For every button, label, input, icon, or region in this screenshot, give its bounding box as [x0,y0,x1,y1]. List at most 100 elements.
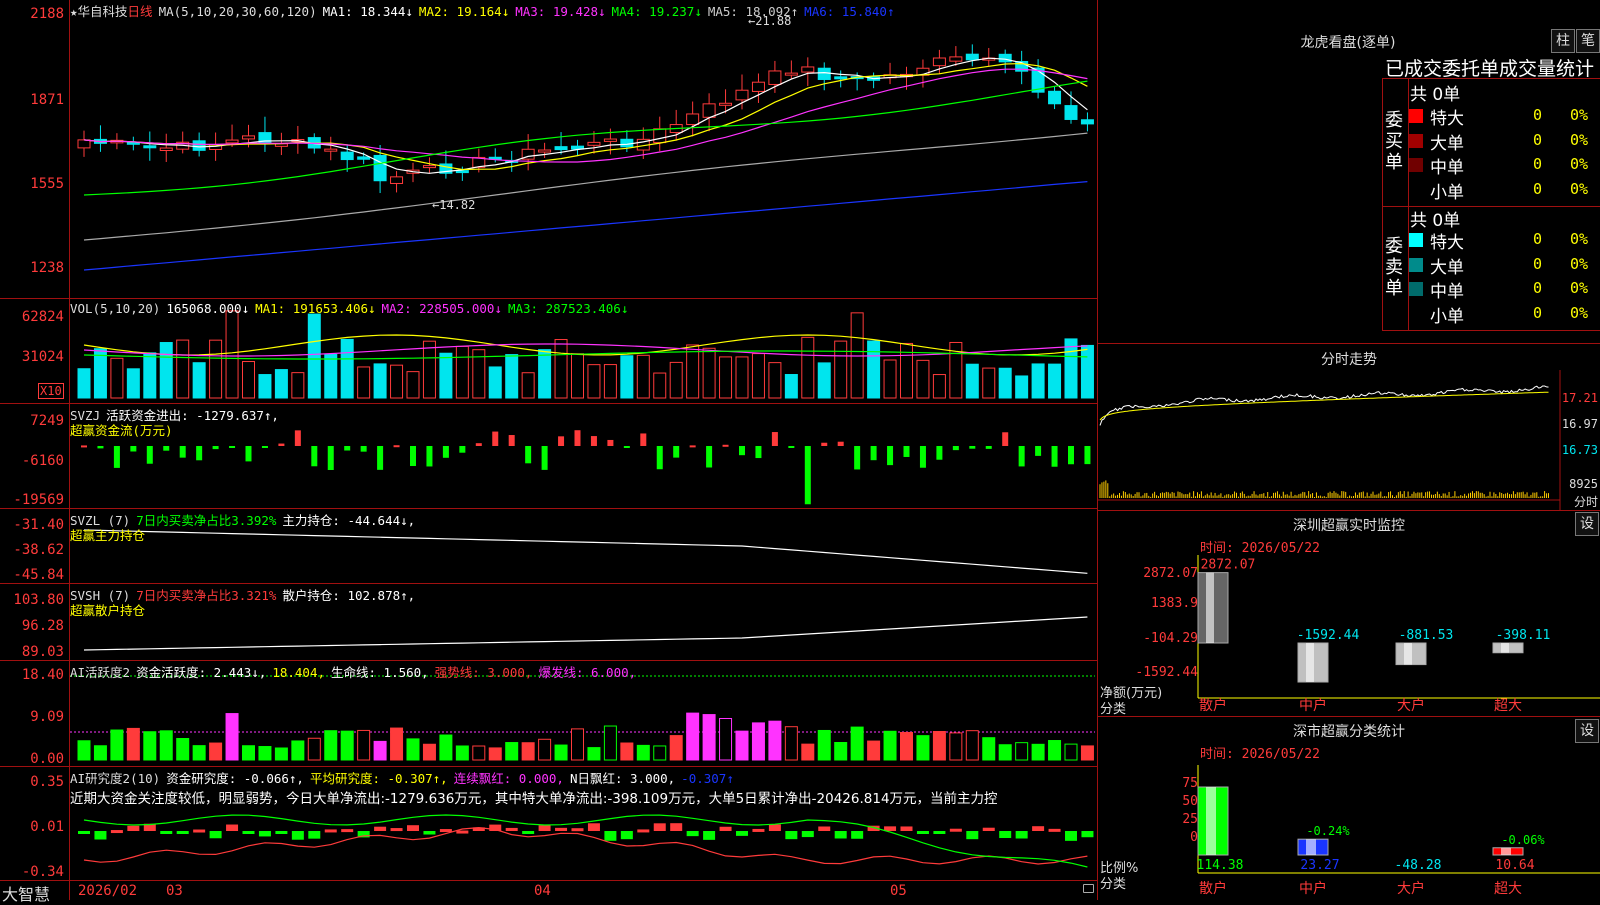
research-bar [407,825,419,831]
fund-flow-bar [508,435,515,446]
volume-bar [406,371,420,399]
volume-bar [571,353,584,399]
activity-bar [505,742,519,761]
volume-bar [603,364,617,399]
research-bar [226,824,239,831]
fund-flow-bar [294,430,301,446]
fund-flow-bar [640,433,647,446]
vol-label: VOL(5,10,20) [70,301,161,316]
activity-bar [225,713,239,761]
fund-flow-bar [229,446,236,448]
buy-label: 委买单 [1385,110,1403,173]
lock-icon[interactable] [1083,884,1094,893]
activity-bar [998,744,1012,761]
activity-bar [192,745,206,761]
volume-bar [883,359,897,399]
y-tick-label: 50 [1182,794,1198,809]
volume-bar [932,374,946,399]
intraday-vol-unit: 分时 [1573,495,1598,509]
candle-body [751,81,765,92]
dragon-tiger-tabs[interactable]: 已成交委托单成交量统计 [1385,54,1594,81]
volume-bar [867,340,881,399]
sell-label: 委卖单 [1385,236,1403,299]
order-type-label: 特大 [1430,109,1464,129]
buy-row: 中单 0 0% [1405,153,1600,178]
sz-monitor-time: 时间: 2026/05/22 [1200,541,1320,556]
research-bar [78,831,90,834]
candle-body [242,135,255,140]
ai-research-comment: 近期大资金关注度较低，明显弱势，今日大单净流出:-1279.636万元，其中特大… [70,791,998,807]
bar-highlight [1501,643,1509,653]
fund-flow-bar [146,446,153,464]
fund-flow-bar [689,445,696,448]
candle-body [620,138,634,148]
activity-bar [1048,740,1062,761]
y-tick-label: -1592.44 [1135,665,1198,680]
research-bar [966,831,979,840]
brand-logo[interactable]: 大智慧 [2,881,50,905]
vol-ma3: MA3: 287523.406↓ [507,301,629,316]
activity-bar [274,747,288,761]
research-bar [176,831,189,834]
svzl-y-label: -38.62 [13,542,64,558]
volume-bar [538,349,552,399]
order-pct: 0% [1570,230,1589,248]
main-chart-area[interactable]: ★华自科技日线 MA(5,10,20,30,60,120) MA1: 18.344↓… [0,0,1098,904]
volume-bar [439,352,453,399]
y-tick-label: 0 [1190,830,1198,845]
activity-bar [1064,743,1078,761]
tick-view-button[interactable]: 笔 [1576,29,1600,53]
activity-bar [686,712,700,761]
date-label: 05 [890,883,907,899]
volume-bar [669,361,683,399]
fund-flow-bar [969,446,976,449]
research-bar [768,824,781,831]
activity-bar [488,747,502,761]
activity-bar [751,722,765,761]
volume-bar [274,369,288,399]
candle-body [1048,90,1062,105]
candle-body [719,102,733,106]
sell-row: 中单 0 0% [1405,277,1600,302]
vol-unit: X10 [38,383,64,399]
chart-canvas[interactable] [0,0,1097,900]
svzl-subtitle: 超赢主力持仓 [70,528,146,543]
ai-active-y-label: 9.09 [30,709,64,725]
volume-bar [653,372,667,399]
order-count: 0 [1533,254,1543,273]
research-bar [933,831,946,834]
research-bar [670,823,683,831]
high-marker-value: 21.88 [755,14,792,28]
research-bar [456,830,469,834]
research-bar [439,829,452,833]
category-label: 大户 [1397,880,1425,897]
research-bar [637,829,650,833]
sz-monitor-xlabel: 分类 [1100,702,1127,717]
intraday-title[interactable]: 分时走势 [1098,349,1600,369]
activity-bar [406,738,420,761]
volume-bar [390,364,404,399]
research-bar [604,831,617,841]
bar-percent-label: -0.24% [1306,824,1350,838]
volume-bar [620,355,634,399]
buy-total: 共 0单 [1410,85,1461,105]
category-label: 中户 [1299,880,1327,897]
research-bar [275,831,288,834]
research-bar [653,823,666,831]
fund-flow-bar [739,446,745,456]
period-label[interactable]: 日线 [128,4,153,19]
fund-flow-bar [623,446,630,448]
ai-active-t4: 强势线: 3.000, [434,665,533,680]
candle-body [587,141,601,146]
svsh-y-label: 103.80 [13,592,64,608]
column-view-button[interactable]: 柱 [1551,29,1575,53]
candle-body [965,53,979,61]
star-icon[interactable]: ★ [70,4,78,19]
intraday-avg-line [1099,391,1549,421]
ai-research-t4: N日飘红: 3.000, [569,771,676,786]
activity-bar [176,738,190,761]
candle-body [373,154,387,182]
settings-button[interactable]: 设 [1575,512,1599,536]
intraday-chart[interactable] [1098,370,1600,510]
settings-button[interactable]: 设 [1575,719,1599,743]
